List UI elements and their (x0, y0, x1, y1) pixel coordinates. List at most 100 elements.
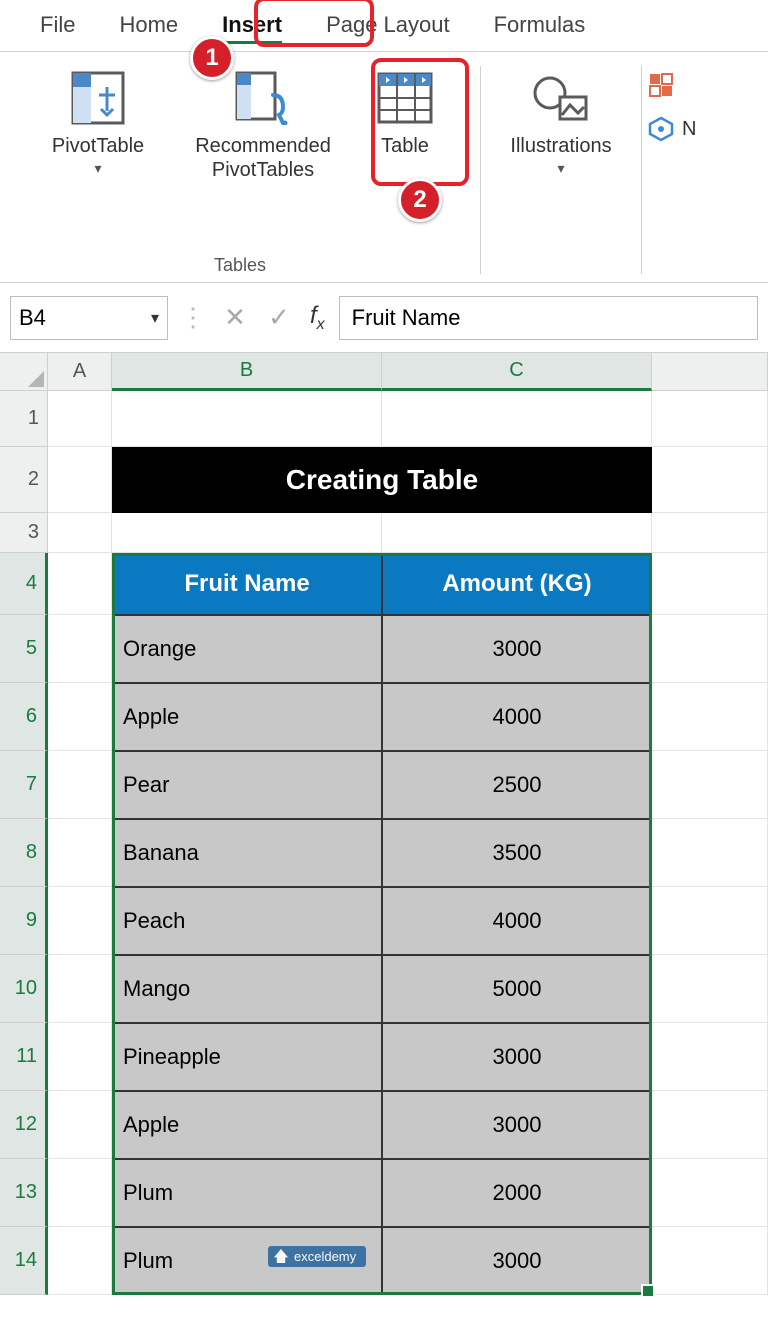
table-cell[interactable]: Plum (112, 1159, 382, 1227)
table-cell[interactable]: 3000 (382, 1023, 652, 1091)
my-addins-item[interactable]: N (648, 116, 696, 142)
formula-bar: B4 ▾ ⋮ ✕ ✓ fx Fruit Name (0, 283, 768, 353)
illustrations-button[interactable]: Illustrations ▾ (486, 62, 636, 183)
pivottable-icon (68, 68, 128, 128)
row-header-1[interactable]: 1 (0, 391, 48, 447)
addins-item[interactable] (648, 72, 696, 98)
col-header-C[interactable]: C (382, 353, 652, 391)
tab-pagelayout[interactable]: Page Layout (304, 4, 472, 48)
table-header-amount[interactable]: Amount (KG) (382, 553, 652, 615)
row-header-3[interactable]: 3 (0, 513, 48, 553)
chevron-down-icon[interactable]: ▾ (151, 308, 159, 328)
table-header-fruit[interactable]: Fruit Name (112, 553, 382, 615)
selected-range[interactable]: Fruit Name Amount (KG) Orange3000 Apple4… (112, 553, 652, 1295)
chevron-down-icon: ▾ (94, 160, 101, 177)
cell[interactable] (652, 683, 768, 751)
enter-icon[interactable]: ✓ (262, 302, 296, 333)
table-cell[interactable]: 2000 (382, 1159, 652, 1227)
title-banner[interactable]: Creating Table (112, 447, 652, 513)
cell[interactable] (652, 887, 768, 955)
table-cell[interactable]: 4000 (382, 887, 652, 955)
cell[interactable] (48, 513, 112, 553)
ribbon-group-illustrations: Illustrations ▾ (481, 58, 641, 282)
table-cell[interactable]: Apple (112, 1091, 382, 1159)
cell[interactable] (48, 447, 112, 513)
row-header-7[interactable]: 7 (0, 751, 48, 819)
table-cell[interactable]: Orange (112, 615, 382, 683)
cell[interactable] (652, 1227, 768, 1295)
row-header-13[interactable]: 13 (0, 1159, 48, 1227)
cell[interactable] (48, 1091, 112, 1159)
row-header-2[interactable]: 2 (0, 447, 48, 513)
table-cell[interactable]: 3500 (382, 819, 652, 887)
fx-icon[interactable]: fx (306, 302, 329, 334)
row-header-9[interactable]: 9 (0, 887, 48, 955)
cell[interactable] (48, 615, 112, 683)
row-header-10[interactable]: 10 (0, 955, 48, 1023)
cell[interactable] (652, 447, 768, 513)
cell[interactable] (48, 887, 112, 955)
cell[interactable] (48, 391, 112, 447)
pivottable-button[interactable]: PivotTable ▾ (28, 62, 168, 183)
col-header-extra[interactable] (652, 353, 768, 391)
table-cell[interactable]: 3000 (382, 615, 652, 683)
cell[interactable] (48, 819, 112, 887)
row-header-4[interactable]: 4 (0, 553, 48, 615)
table-cell[interactable]: 3000 (382, 1227, 652, 1295)
tab-insert[interactable]: Insert (200, 4, 304, 48)
cell[interactable] (652, 1159, 768, 1227)
name-box[interactable]: B4 ▾ (10, 296, 168, 340)
row-header-5[interactable]: 5 (0, 615, 48, 683)
table-cell[interactable]: 3000 (382, 1091, 652, 1159)
cell[interactable] (48, 553, 112, 615)
table-cell[interactable]: Banana (112, 819, 382, 887)
cell[interactable] (652, 553, 768, 615)
cell[interactable] (652, 955, 768, 1023)
get-addins-icon (648, 72, 674, 98)
cell[interactable] (48, 955, 112, 1023)
cancel-icon[interactable]: ✕ (218, 302, 252, 333)
cell[interactable] (382, 513, 652, 553)
table-cell[interactable]: Peach (112, 887, 382, 955)
col-header-B[interactable]: B (112, 353, 382, 391)
cell[interactable] (652, 751, 768, 819)
formula-input[interactable]: Fruit Name (339, 296, 758, 340)
table-button[interactable]: Table (358, 62, 452, 164)
cell[interactable] (652, 819, 768, 887)
col-header-A[interactable]: A (48, 353, 112, 391)
table-cell[interactable]: Mango (112, 955, 382, 1023)
select-all-corner[interactable] (0, 353, 48, 391)
cell[interactable] (652, 391, 768, 447)
cell[interactable] (382, 391, 652, 447)
cell[interactable] (652, 1091, 768, 1159)
table-cell[interactable]: 4000 (382, 683, 652, 751)
table-cell[interactable]: Apple (112, 683, 382, 751)
cell[interactable] (48, 1227, 112, 1295)
cell[interactable] (48, 1159, 112, 1227)
cell[interactable] (48, 1023, 112, 1091)
cell[interactable] (652, 1023, 768, 1091)
row-header-12[interactable]: 12 (0, 1091, 48, 1159)
cell[interactable] (652, 513, 768, 553)
cell[interactable] (112, 391, 382, 447)
row-header-11[interactable]: 11 (0, 1023, 48, 1091)
cell[interactable] (48, 683, 112, 751)
cell[interactable] (652, 615, 768, 683)
table-cell[interactable]: Pineapple (112, 1023, 382, 1091)
table-cell[interactable]: 5000 (382, 955, 652, 1023)
worksheet-grid[interactable]: A B C 1 2 Creating Table 3 4 Fruit Name … (0, 353, 768, 1295)
table-cell[interactable]: Pear (112, 751, 382, 819)
table-label: Table (381, 134, 429, 158)
row-header-6[interactable]: 6 (0, 683, 48, 751)
cell[interactable] (112, 513, 382, 553)
tab-formulas[interactable]: Formulas (472, 4, 608, 48)
recommended-pivottables-button[interactable]: Recommended PivotTables (168, 62, 358, 188)
table-cell[interactable]: 2500 (382, 751, 652, 819)
tab-home[interactable]: Home (97, 4, 200, 48)
cell[interactable] (48, 751, 112, 819)
my-addins-icon (648, 116, 674, 142)
ribbon-group-addins-partial: N (642, 58, 696, 282)
tab-file[interactable]: File (18, 4, 97, 48)
row-header-8[interactable]: 8 (0, 819, 48, 887)
row-header-14[interactable]: 14 (0, 1227, 48, 1295)
